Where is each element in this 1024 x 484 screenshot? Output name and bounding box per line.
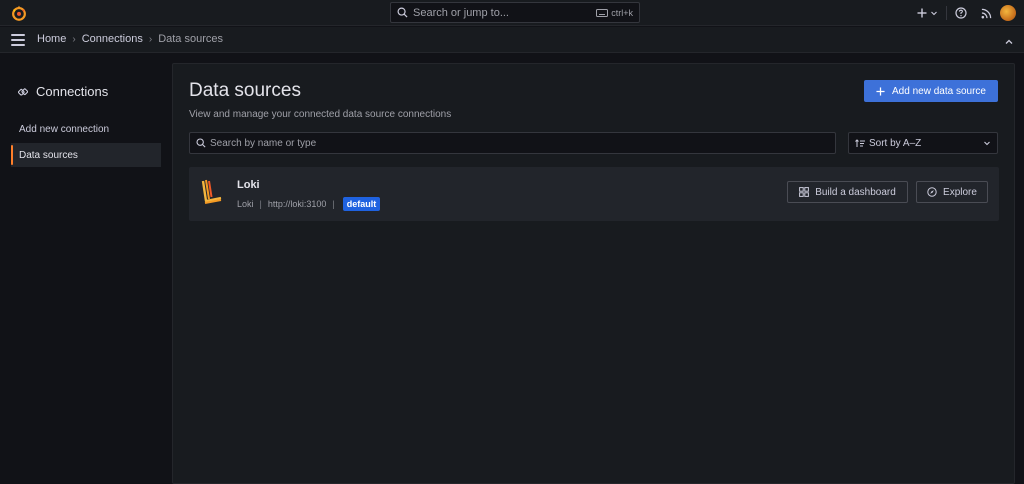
breadcrumb-home[interactable]: Home <box>37 33 66 45</box>
datasource-card[interactable]: Loki Loki | http://loki:3100 | default B… <box>189 167 999 221</box>
loki-logo-icon <box>201 179 222 204</box>
top-bar: Search or jump to... ctrl+k <box>0 0 1024 26</box>
topbar-actions <box>917 3 1016 23</box>
sidebar-title: Connections <box>18 84 108 99</box>
chevron-right-icon: › <box>72 33 76 45</box>
divider: | <box>259 199 262 209</box>
chevron-right-icon: › <box>148 33 153 45</box>
datasource-url: http://loki:3100 <box>267 199 327 209</box>
explore-label: Explore <box>943 186 977 198</box>
hamburger-icon-line <box>11 39 25 41</box>
add-new-data-source-button[interactable]: Add new data source <box>864 80 998 102</box>
grafana-logo-icon[interactable] <box>10 4 28 22</box>
datasource-search-input[interactable] <box>210 137 810 149</box>
sort-label: Sort by A–Z <box>869 137 922 149</box>
explore-button[interactable]: Explore <box>916 181 988 203</box>
new-menu-button[interactable] <box>917 8 938 18</box>
datasource-meta: Loki | http://loki:3100 | default <box>237 197 381 211</box>
collapse-button[interactable] <box>1004 34 1014 52</box>
sidebar-item-label: Add new connection <box>19 123 110 135</box>
help-icon <box>955 7 967 19</box>
page-subtitle: View and manage your connected data sour… <box>189 109 452 120</box>
hamburger-icon-line <box>11 44 25 46</box>
keyboard-icon <box>596 8 609 17</box>
dashboard-grid-icon <box>799 187 810 197</box>
sidebar-title-label: Connections <box>36 84 109 99</box>
keyboard-shortcut: ctrl+k <box>596 8 633 18</box>
global-search-input[interactable]: Search or jump to... ctrl+k <box>390 2 640 23</box>
page-title: Data sources <box>189 80 301 101</box>
datasource-search-field[interactable] <box>189 132 836 154</box>
compass-icon <box>927 187 937 197</box>
connections-icon <box>18 87 28 96</box>
hamburger-icon <box>11 34 25 36</box>
main-content: Data sources View and manage your connec… <box>172 63 1015 484</box>
divider <box>946 6 947 20</box>
help-button[interactable] <box>955 7 967 19</box>
add-button-label: Add new data source <box>892 85 986 97</box>
breadcrumb-connections[interactable]: Connections <box>82 33 143 45</box>
sort-icon <box>855 138 865 147</box>
build-dashboard-label: Build a dashboard <box>815 186 896 198</box>
sidebar: Connections Add new connection Data sour… <box>0 54 172 484</box>
plus-icon <box>876 86 885 96</box>
sidebar-item-add-new-connection[interactable]: Add new connection <box>11 117 161 141</box>
sort-select[interactable]: Sort by A–Z <box>848 132 998 154</box>
datasource-type: Loki <box>237 199 254 209</box>
sidebar-item-data-sources[interactable]: Data sources <box>11 143 161 167</box>
chevron-up-icon <box>1005 39 1013 44</box>
chevron-down-icon <box>931 11 937 16</box>
global-search-placeholder: Search or jump to... <box>413 6 509 19</box>
news-button[interactable] <box>981 8 992 19</box>
search-icon <box>196 138 206 148</box>
default-badge: default <box>342 197 381 211</box>
user-avatar[interactable] <box>1000 5 1016 21</box>
chevron-down-icon <box>984 141 990 146</box>
divider: | <box>332 199 335 209</box>
breadcrumb-data-sources: Data sources <box>158 33 223 45</box>
breadcrumb-bar: Home › Connections › Data sources <box>0 27 1024 53</box>
breadcrumb: Home › Connections › Data sources <box>37 33 223 45</box>
shortcut-label: ctrl+k <box>611 7 633 18</box>
menu-toggle-button[interactable] <box>11 34 25 46</box>
rss-icon <box>981 8 992 18</box>
plus-icon <box>917 8 927 18</box>
build-dashboard-button[interactable]: Build a dashboard <box>787 181 908 203</box>
datasource-name[interactable]: Loki <box>237 179 260 191</box>
search-icon <box>397 7 408 18</box>
sidebar-item-label: Data sources <box>19 149 78 161</box>
